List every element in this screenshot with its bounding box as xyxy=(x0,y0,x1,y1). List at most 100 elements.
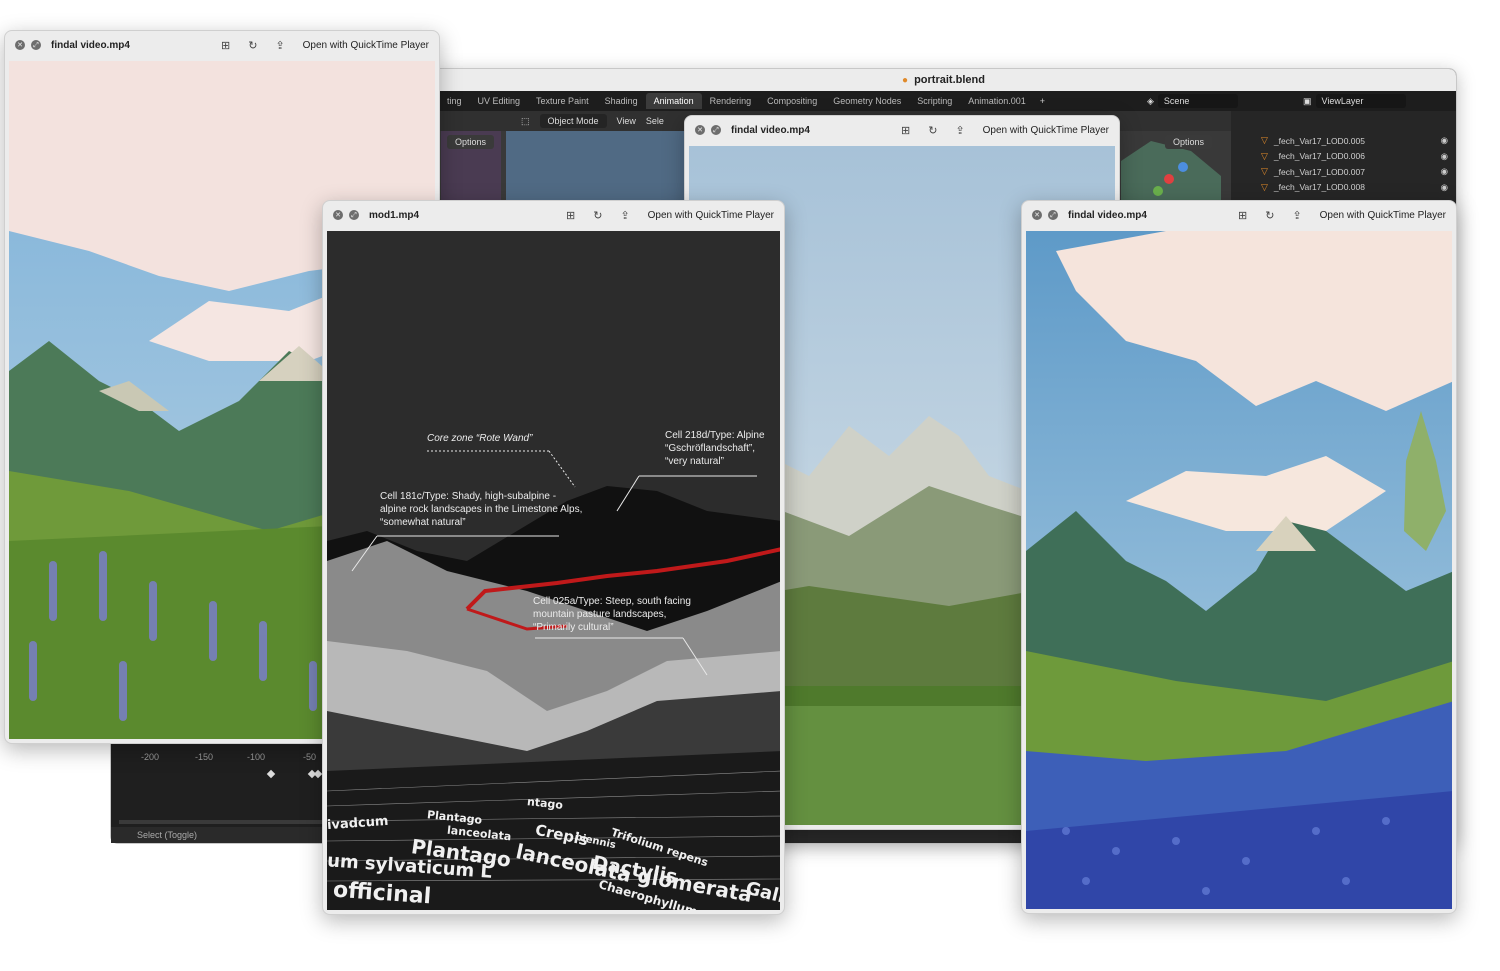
view-layer-selector[interactable]: ▣ ViewLayer xyxy=(1303,91,1406,111)
scene-icon: ◈ xyxy=(1147,95,1154,106)
trim-icon[interactable]: ⊞ xyxy=(1238,209,1247,222)
outliner-item[interactable]: ▽ _fech_Var17_LOD0.005 ◉ xyxy=(1231,133,1456,149)
fullscreen-icon[interactable]: ⤢ xyxy=(349,210,359,220)
open-with-quicktime-button[interactable]: Open with QuickTime Player xyxy=(983,125,1109,136)
annotation-line: Cell 181c/Type: Shady, high-subalpine - xyxy=(380,491,557,502)
quicklook-titlebar: ✕ ⤢ findal video.mp4 ⊞ ↻ ⇪ Open with Qui… xyxy=(685,116,1119,144)
select-box-icon[interactable]: ⬚ xyxy=(521,116,530,127)
annotation-cell-025a: Cell 025a/Type: Steep, south facing moun… xyxy=(533,595,691,634)
tab-scripting[interactable]: Scripting xyxy=(909,93,960,109)
share-icon[interactable]: ⇪ xyxy=(275,39,284,52)
mesh-icon: ▽ xyxy=(1261,166,1268,177)
tab-animation[interactable]: Animation xyxy=(645,93,702,109)
annotation-line: “somewhat natural” xyxy=(380,517,466,528)
select-menu[interactable]: Sele xyxy=(646,116,664,126)
tab-geometry-nodes[interactable]: Geometry Nodes xyxy=(825,93,909,109)
trim-icon[interactable]: ⊞ xyxy=(901,124,910,137)
keyframe-icon[interactable] xyxy=(313,769,323,779)
outliner-item-label: _fech_Var17_LOD0.008 xyxy=(1273,182,1365,193)
add-workspace-button[interactable]: + xyxy=(1034,96,1051,106)
mesh-icon: ▽ xyxy=(1261,150,1268,161)
scene-selector[interactable]: ◈ Scene xyxy=(1147,91,1238,111)
options-dropdown-right[interactable]: Options xyxy=(1165,135,1213,149)
scene-field[interactable]: Scene xyxy=(1157,94,1238,108)
view-menu[interactable]: View xyxy=(617,116,636,126)
annotation-line: alpine rock landscapes in the Limestone … xyxy=(380,504,583,515)
visibility-eye-icon[interactable]: ◉ xyxy=(1441,151,1448,162)
share-icon[interactable]: ⇪ xyxy=(1292,209,1301,222)
outliner-item[interactable]: ▽ _fech_Var17_LOD0.008 ◉ xyxy=(1231,180,1456,196)
gizmo-y-icon xyxy=(1153,186,1163,196)
tab-uv-editing[interactable]: UV Editing xyxy=(470,93,529,109)
blender-title: portrait.blend xyxy=(914,74,985,86)
visibility-eye-icon[interactable]: ◉ xyxy=(1441,135,1448,146)
video-frame: Core zone “Rote Wand” Cell 218d/Type: Al… xyxy=(327,231,780,910)
annotation-line: “Gschröflandschaft”, xyxy=(665,443,756,454)
window-title: findal video.mp4 xyxy=(1068,209,1147,221)
outliner-item-label: _fech_Var17_LOD0.007 xyxy=(1273,166,1365,177)
visibility-eye-icon[interactable]: ◉ xyxy=(1441,182,1448,193)
fullscreen-icon[interactable]: ⤢ xyxy=(31,40,41,50)
close-icon[interactable]: ✕ xyxy=(15,40,25,50)
tab-animation-001[interactable]: Animation.001 xyxy=(960,93,1034,109)
tab-workspace-0[interactable]: ting xyxy=(439,93,470,109)
annotation-line: “very natural” xyxy=(665,456,724,467)
share-icon[interactable]: ⇪ xyxy=(955,124,964,137)
tab-shading[interactable]: Shading xyxy=(597,93,646,109)
view-layer-icon: ▣ xyxy=(1303,95,1312,106)
rotate-icon[interactable]: ↻ xyxy=(248,39,257,52)
timeline-tick: -50 xyxy=(303,752,317,762)
object-mode-dropdown[interactable]: Object Mode xyxy=(539,114,607,128)
close-icon[interactable]: ✕ xyxy=(695,125,705,135)
quicklook-titlebar: ✕ ⤢ mod1.mp4 ⊞ ↻ ⇪ Open with QuickTime P… xyxy=(323,201,784,229)
fullscreen-icon[interactable]: ⤢ xyxy=(1048,210,1058,220)
outliner: ▽ _fech_Var17_LOD0.005 ◉ ▽ _fech_Var17_L… xyxy=(1231,111,1456,211)
rotate-icon[interactable]: ↻ xyxy=(1265,209,1274,222)
view-layer-field[interactable]: ViewLayer xyxy=(1315,94,1406,108)
open-with-quicktime-button[interactable]: Open with QuickTime Player xyxy=(648,210,774,221)
tab-texture-paint[interactable]: Texture Paint xyxy=(528,93,597,109)
visibility-eye-icon[interactable]: ◉ xyxy=(1441,166,1448,177)
window-title: findal video.mp4 xyxy=(51,39,130,51)
mesh-icon: ▽ xyxy=(1261,181,1268,192)
annotation-core-zone: Core zone “Rote Wand” xyxy=(427,433,533,444)
close-icon[interactable]: ✕ xyxy=(333,210,343,220)
close-icon[interactable]: ✕ xyxy=(1032,210,1042,220)
landscape-image xyxy=(1026,231,1452,909)
gizmo-x-icon xyxy=(1164,174,1174,184)
options-dropdown-left[interactable]: Options xyxy=(447,135,495,149)
rotate-icon[interactable]: ↻ xyxy=(593,209,602,222)
outliner-header xyxy=(1231,111,1456,133)
window-title: mod1.mp4 xyxy=(369,209,420,221)
timeline-tick: -100 xyxy=(247,752,266,762)
quicklook-window-mod1: ✕ ⤢ mod1.mp4 ⊞ ↻ ⇪ Open with QuickTime P… xyxy=(322,200,785,915)
share-icon[interactable]: ⇪ xyxy=(620,209,629,222)
annotation-line: Cell 218d/Type: Alpine xyxy=(665,430,765,441)
annotation-cell-218d: Cell 218d/Type: Alpine “Gschröflandschaf… xyxy=(665,429,765,468)
annotation-line: Cell 025a/Type: Steep, south facing xyxy=(533,596,691,607)
window-title: findal video.mp4 xyxy=(731,124,810,136)
quicklook-titlebar: ✕ ⤢ findal video.mp4 ⊞ ↻ ⇪ Open with Qui… xyxy=(1022,201,1456,229)
annotation-cell-181c: Cell 181c/Type: Shady, high-subalpine - … xyxy=(380,490,582,529)
outliner-item[interactable]: ▽ _fech_Var17_LOD0.006 ◉ xyxy=(1231,149,1456,165)
outliner-item-label: _fech_Var17_LOD0.005 xyxy=(1273,135,1365,146)
tab-rendering[interactable]: Rendering xyxy=(702,93,760,109)
timeline-tick: -150 xyxy=(195,752,214,762)
blender-titlebar: ● portrait.blend xyxy=(431,69,1456,91)
fullscreen-icon[interactable]: ⤢ xyxy=(711,125,721,135)
open-with-quicktime-button[interactable]: Open with QuickTime Player xyxy=(303,40,429,51)
timeline-tick: -200 xyxy=(141,752,160,762)
rotate-icon[interactable]: ↻ xyxy=(928,124,937,137)
open-with-quicktime-button[interactable]: Open with QuickTime Player xyxy=(1320,210,1446,221)
gizmo-z-icon xyxy=(1178,162,1188,172)
quicklook-window-right: ✕ ⤢ findal video.mp4 ⊞ ↻ ⇪ Open with Qui… xyxy=(1021,200,1457,914)
annotation-line: “Primarily cultural” xyxy=(533,622,614,633)
trim-icon[interactable]: ⊞ xyxy=(221,39,230,52)
quicklook-titlebar: ✕ ⤢ findal video.mp4 ⊞ ↻ ⇪ Open with Qui… xyxy=(5,31,439,59)
trim-icon[interactable]: ⊞ xyxy=(566,209,575,222)
outliner-item-label: _fech_Var17_LOD0.006 xyxy=(1273,151,1365,162)
tab-compositing[interactable]: Compositing xyxy=(759,93,825,109)
outliner-item[interactable]: ▽ _fech_Var17_LOD0.007 ◉ xyxy=(1231,164,1456,180)
status-text: Select (Toggle) xyxy=(137,830,198,840)
keyframe-icon[interactable] xyxy=(266,769,276,779)
